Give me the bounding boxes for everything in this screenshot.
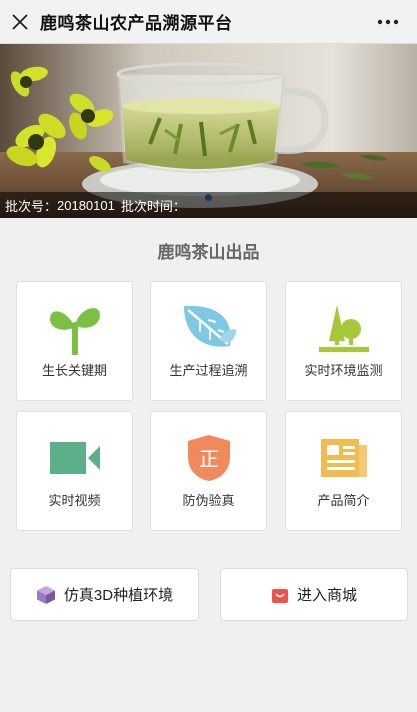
video-camera-icon — [49, 442, 100, 474]
close-button[interactable] — [0, 0, 40, 44]
section-title: 鹿鸣茶山出品 — [157, 243, 260, 262]
sprout-icon — [49, 308, 100, 355]
close-icon — [12, 13, 28, 30]
banner-carousel[interactable]: 批次号： 20180101 批次时间： — [0, 44, 417, 218]
tile-label: 生长关键期 — [41, 363, 107, 378]
sim-3d-button[interactable]: 仿真3D种植环境 — [10, 568, 199, 621]
tile-label: 实时视频 — [48, 493, 101, 508]
tile-env-monitor[interactable]: 实时环境监测 — [285, 281, 402, 401]
top-bar: 鹿鸣茶山农产品溯源平台 — [0, 0, 417, 44]
batch-info: 批次号： 20180101 批次时间： — [0, 192, 417, 218]
tile-anti-counterfeit[interactable]: 正 防伪验真 — [150, 411, 267, 531]
batch-no-label: 批次号： — [5, 198, 58, 214]
batch-no-value: 20180101 — [57, 197, 115, 213]
more-button[interactable] — [373, 0, 403, 44]
shield-icon: 正 — [187, 435, 230, 481]
tile-label: 防伪验真 — [182, 493, 235, 508]
shopping-bag-icon — [271, 588, 288, 603]
newspaper-icon — [320, 439, 367, 477]
enter-mall-button[interactable]: 进入商城 — [220, 568, 408, 621]
shield-glyph: 正 — [199, 447, 219, 471]
page-title: 鹿鸣茶山农产品溯源平台 — [40, 14, 233, 33]
tile-production-trace[interactable]: 生产过程追溯 — [150, 281, 267, 401]
tile-label: 实时环境监测 — [304, 363, 383, 378]
mall-label: 进入商城 — [296, 587, 357, 604]
leaf-icon — [183, 305, 236, 347]
tree-icon — [318, 305, 369, 352]
more-dots-icon — [377, 19, 399, 25]
tile-label: 产品简介 — [317, 493, 370, 508]
batch-time-label: 批次时间： — [120, 198, 186, 214]
tile-growth-key-period[interactable]: 生长关键期 — [16, 281, 133, 401]
sim-3d-label: 仿真3D种植环境 — [63, 587, 174, 604]
cube-icon — [36, 585, 55, 604]
tile-product-intro[interactable]: 产品简介 — [285, 411, 402, 531]
tile-label: 生产过程追溯 — [169, 363, 248, 378]
tile-live-video[interactable]: 实时视频 — [16, 411, 133, 531]
